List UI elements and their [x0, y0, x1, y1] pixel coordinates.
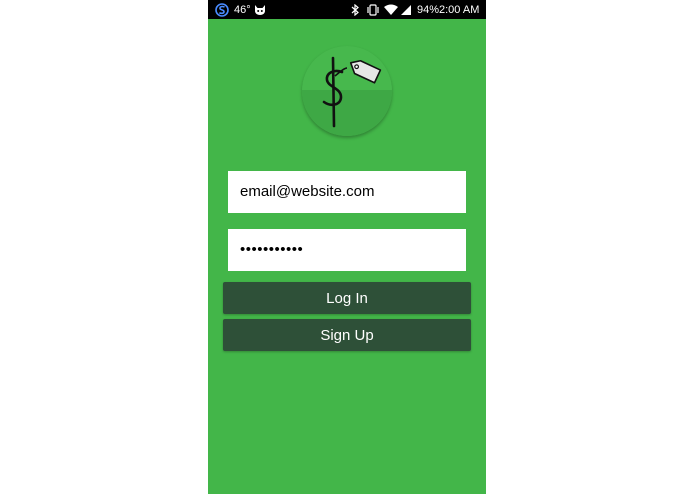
app-screen: 46° 94% 2:00 AM email@website.com ••••••… [208, 0, 486, 494]
sign-up-button[interactable]: Sign Up [223, 319, 471, 351]
app-logo [302, 46, 392, 136]
cat-icon [254, 0, 266, 19]
battery-percent: 94% [417, 3, 440, 16]
signal-icon [400, 0, 412, 19]
wifi-icon [384, 0, 398, 19]
vibrate-icon [366, 0, 380, 19]
status-time: 2:00 AM [439, 3, 480, 16]
dollar-price-tag-icon [302, 46, 392, 136]
temperature-label: 46° [234, 3, 251, 16]
bluetooth-icon [350, 0, 360, 19]
email-field[interactable] [228, 171, 466, 213]
status-bar: 46° 94% 2:00 AM [208, 0, 486, 19]
log-in-button[interactable]: Log In [223, 282, 471, 314]
s-app-icon [215, 0, 229, 19]
password-field[interactable] [228, 229, 466, 271]
